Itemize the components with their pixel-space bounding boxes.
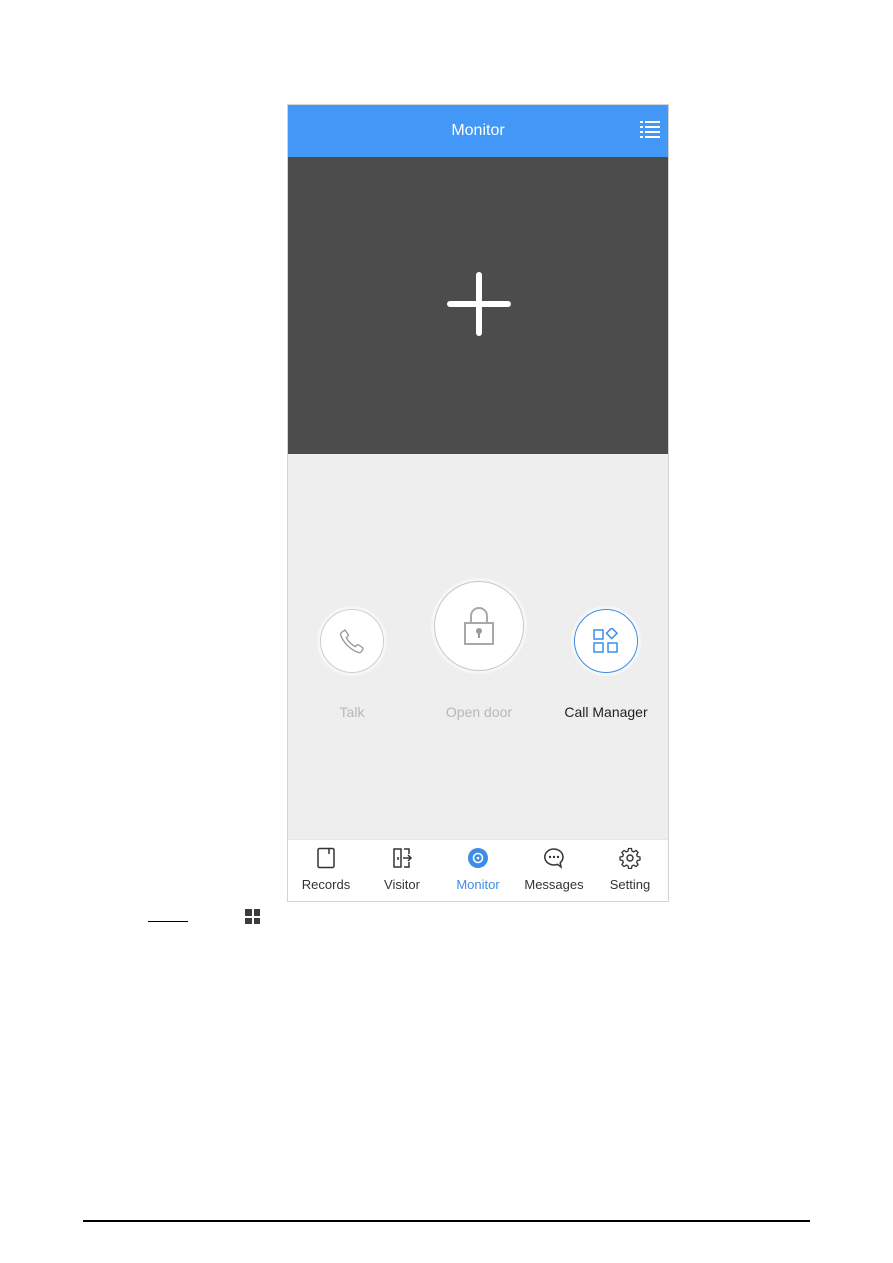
tab-visitor[interactable]: Visitor (364, 840, 440, 901)
footer-rule (83, 1220, 810, 1222)
open-door-circle[interactable] (434, 581, 524, 671)
call-manager-button[interactable]: Call Manager (546, 609, 666, 720)
tab-monitor[interactable]: Monitor (440, 840, 516, 901)
caption-underline (148, 921, 188, 922)
tab-setting[interactable]: Setting (592, 840, 668, 901)
call-manager-circle[interactable] (574, 609, 638, 673)
bottom-tab-bar: Records Visitor Monitor Messages Setting (288, 839, 668, 901)
talk-label: Talk (339, 704, 365, 720)
page-title: Monitor (451, 122, 505, 139)
add-icon-reference (245, 909, 260, 924)
talk-circle[interactable] (320, 609, 384, 673)
list-icon[interactable] (640, 121, 660, 139)
gear-icon (619, 847, 641, 869)
header-bar: Monitor (288, 105, 668, 157)
plus-icon[interactable] (446, 271, 512, 337)
tab-records[interactable]: Records (288, 840, 364, 901)
tab-label: Visitor (384, 877, 420, 892)
call-manager-label: Call Manager (564, 704, 648, 720)
tab-label: Monitor (456, 877, 500, 892)
lock-icon (464, 607, 494, 645)
action-buttons: Talk Open door Call Manager (288, 581, 668, 725)
talk-button[interactable]: Talk (304, 609, 400, 720)
visitor-icon (393, 848, 413, 868)
messages-icon (544, 848, 564, 869)
video-preview (288, 157, 668, 454)
tab-label: Messages (524, 877, 584, 892)
tab-label: Setting (609, 877, 651, 892)
records-icon (317, 847, 335, 869)
app-screen: Monitor Talk Open door Call Manager Reco… (287, 104, 669, 902)
phone-icon (339, 628, 364, 654)
tab-messages[interactable]: Messages (516, 840, 592, 901)
tab-label: Records (301, 877, 351, 892)
open-door-label: Open door (445, 704, 513, 720)
open-door-button[interactable]: Open door (424, 581, 534, 720)
monitor-icon (468, 848, 488, 868)
apps-icon (593, 628, 619, 653)
